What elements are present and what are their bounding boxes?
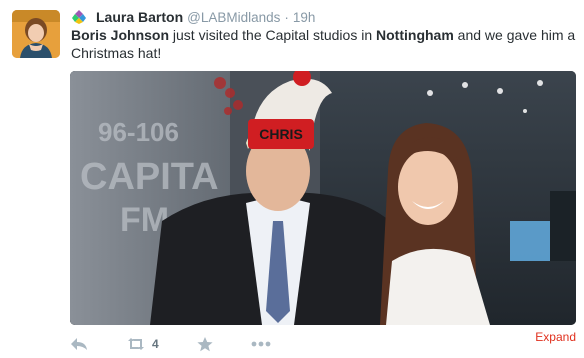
tweet-text-segment: just visited the Capital studios in (169, 27, 377, 43)
favorite-button[interactable] (197, 336, 213, 352)
tweet-timestamp[interactable]: 19h (293, 10, 316, 25)
avatar[interactable] (12, 10, 60, 58)
retweet-count: 4 (152, 337, 159, 351)
more-button[interactable] (251, 341, 271, 347)
star-icon (197, 336, 213, 351)
reply-icon (71, 338, 87, 350)
reply-button[interactable] (70, 337, 88, 351)
tweet-text: Boris Johnson just visited the Capital s… (71, 26, 576, 62)
author-name[interactable]: Laura Barton (96, 9, 183, 25)
more-dots-icon (251, 341, 271, 347)
svg-text:96-106: 96-106 (98, 117, 179, 147)
photo-image: 96-106 CAPITA FM CHRIS (70, 71, 576, 325)
tweet-photo[interactable]: 96-106 CAPITA FM CHRIS (70, 71, 576, 325)
author-username[interactable]: @LABMidlands (187, 10, 280, 25)
hat-lettering: CHRIS (259, 126, 303, 142)
tweet-header: Laura Barton @LABMidlands · 19h (72, 8, 315, 26)
retweet-icon (128, 338, 144, 350)
location-nottingham: Nottingham (376, 27, 454, 43)
colorful-diamond-icon (72, 10, 86, 24)
mention-boris-johnson: Boris Johnson (71, 27, 170, 43)
tweet-actions: 4 (70, 334, 271, 354)
tweet: Laura Barton @LABMidlands · 19h Boris Jo… (0, 0, 584, 358)
separator-dot: · (284, 9, 289, 25)
retweet-button[interactable]: 4 (126, 337, 159, 351)
svg-text:CAPITA: CAPITA (80, 156, 219, 198)
expand-link[interactable]: Expand (535, 330, 576, 344)
avatar-image (12, 10, 60, 58)
